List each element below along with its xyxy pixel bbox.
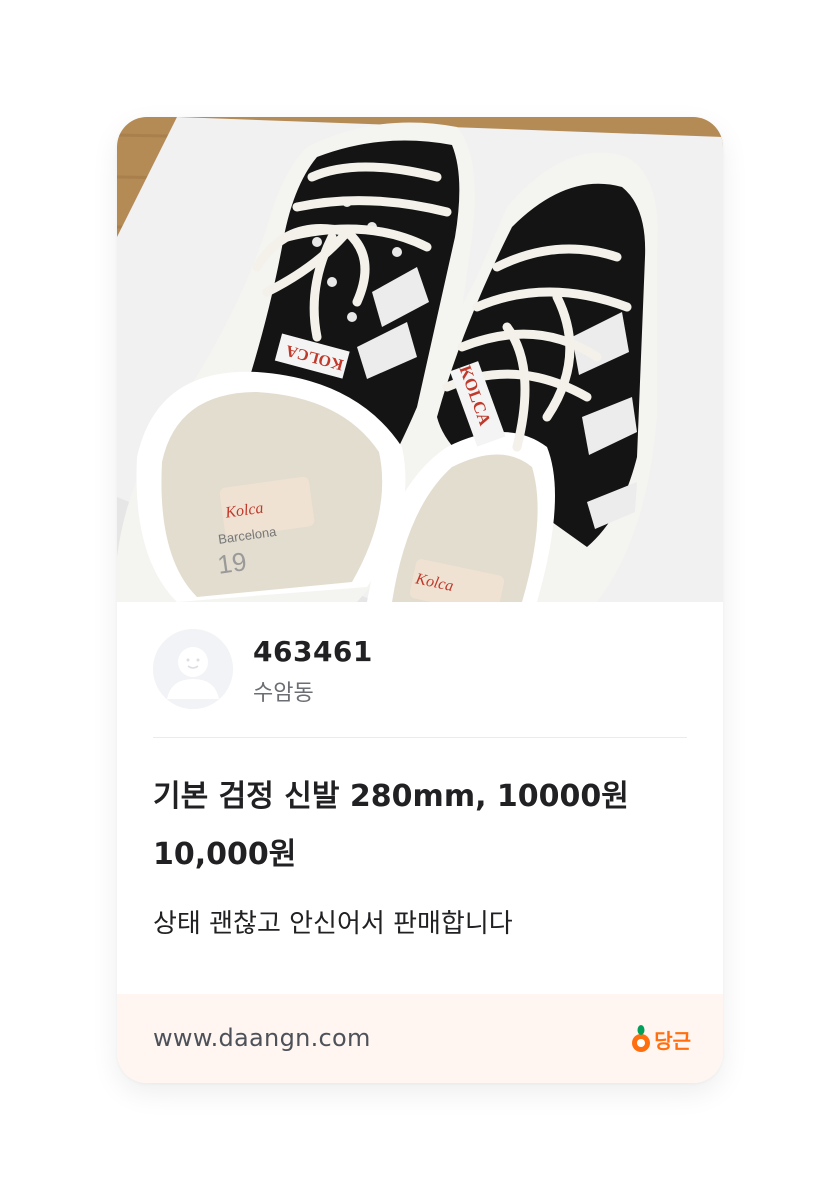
card-footer[interactable]: www.daangn.com 당근 [117,994,723,1083]
seller-profile[interactable]: 463461 수암동 [153,629,687,725]
default-user-avatar-icon [153,629,233,709]
brand-name: 당근 [654,1028,691,1053]
svg-text:19: 19 [216,546,249,580]
listing-description: 상태 괜찮고 안신어서 판매합니다 [153,909,513,939]
listing-price: 10,000원 [153,837,297,872]
brand-logo[interactable]: 당근 [630,1022,691,1056]
divider [153,737,687,738]
avatar[interactable] [153,629,233,709]
listing-title: 기본 검정 신발 280mm, 10000원 [153,779,629,814]
seller-region: 수암동 [253,681,314,706]
listing-card[interactable]: Kolca Barcelona 19 KOLCA Kolca KOLCA 463… [117,117,723,1083]
seller-nickname[interactable]: 463461 [253,635,373,668]
carrot-icon [632,1025,651,1052]
product-photo[interactable]: Kolca Barcelona 19 KOLCA Kolca KOLCA [117,117,723,602]
site-url-link[interactable]: www.daangn.com [153,1024,371,1052]
